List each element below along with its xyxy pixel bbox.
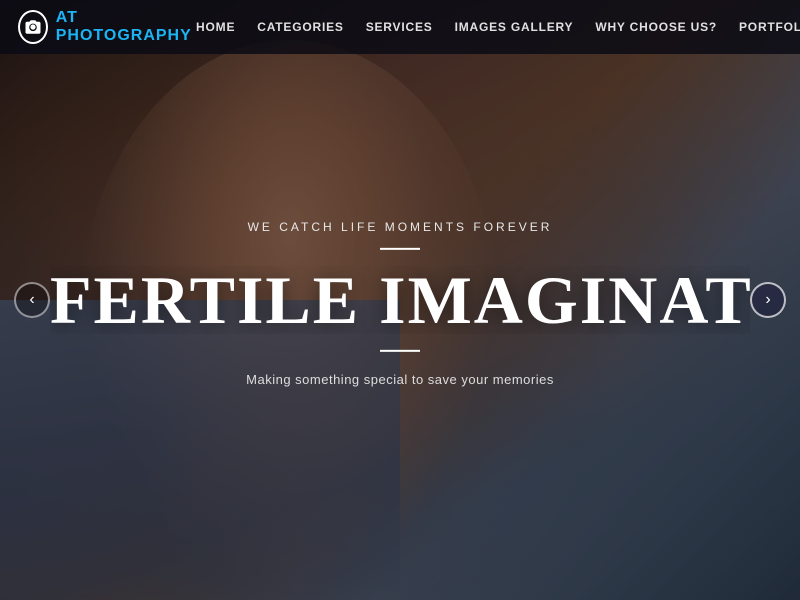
nav-item-images-gallery[interactable]: IMAGES GALLERY — [455, 20, 574, 34]
nav-item-categories[interactable]: CATEGORIES — [257, 20, 343, 34]
hero-title: FERTILE IMAGINATIO — [50, 266, 750, 334]
logo-prefix: AT — [56, 9, 78, 26]
main-nav: HOME CATEGORIES SERVICES IMAGES GALLERY … — [196, 17, 800, 38]
camera-svg — [24, 18, 42, 36]
hero-subtitle: Making something special to save your me… — [50, 372, 750, 387]
hero-content: WE CATCH LIFE MOMENTS FOREVER FERTILE IM… — [50, 220, 750, 387]
camera-icon — [18, 10, 48, 44]
nav-item-portfolio[interactable]: PORTFOLIO — [739, 20, 800, 34]
hero-divider-top — [380, 248, 420, 250]
nav-item-home[interactable]: HOME — [196, 20, 235, 34]
hero-tagline: WE CATCH LIFE MOMENTS FOREVER — [50, 220, 750, 234]
nav-item-why-choose-us[interactable]: WHY CHOOSE US? — [595, 20, 717, 34]
logo-text: AT PHOTOGRAPHY — [56, 9, 196, 45]
slider-next-button[interactable]: › — [750, 282, 786, 318]
hero-section: AT PHOTOGRAPHY HOME CATEGORIES SERVICES … — [0, 0, 800, 600]
site-header: AT PHOTOGRAPHY HOME CATEGORIES SERVICES … — [0, 0, 800, 54]
nav-item-services[interactable]: SERVICES — [366, 20, 433, 34]
hero-divider-bottom — [380, 350, 420, 352]
slider-prev-button[interactable]: ‹ — [14, 282, 50, 318]
logo-name: PHOTOGRAPHY — [56, 27, 192, 44]
site-logo[interactable]: AT PHOTOGRAPHY — [18, 9, 196, 45]
